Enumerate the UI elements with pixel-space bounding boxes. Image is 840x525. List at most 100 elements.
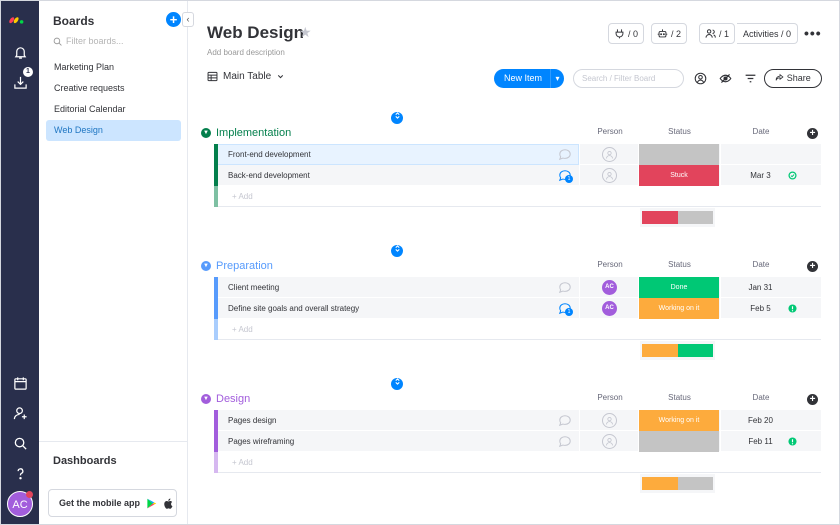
- activities-button[interactable]: Activities / 0: [737, 23, 799, 44]
- dashboards-link[interactable]: Dashboards: [53, 455, 117, 467]
- chevron-down-icon[interactable]: ▼: [201, 261, 211, 271]
- help-icon[interactable]: [10, 463, 30, 483]
- table-row[interactable]: Client meeting AC Done Jan 31: [214, 277, 821, 298]
- get-mobile-app-button[interactable]: Get the mobile app: [48, 489, 177, 517]
- new-item-dropdown-icon[interactable]: ▾: [550, 69, 564, 88]
- column-header-date[interactable]: Date: [721, 260, 801, 269]
- filter-icon[interactable]: [743, 71, 758, 86]
- group-color-bar: [214, 165, 218, 186]
- sidebar-item-board[interactable]: Marketing Plan: [46, 57, 181, 78]
- sidebar-item-board[interactable]: Web Design: [46, 120, 181, 141]
- members-button[interactable]: / 1: [699, 23, 736, 44]
- sidebar-item-board[interactable]: Creative requests: [46, 78, 181, 99]
- share-button[interactable]: Share: [764, 69, 822, 88]
- group-color-bar: [214, 452, 218, 473]
- view-label: Main Table: [223, 71, 272, 82]
- table-row[interactable]: Front-end development: [214, 144, 821, 165]
- board-title[interactable]: Web Design: [207, 23, 304, 43]
- view-selector[interactable]: Main Table: [207, 71, 285, 82]
- add-item-row[interactable]: + Add: [214, 452, 821, 473]
- column-header-date[interactable]: Date: [721, 127, 801, 136]
- person-cell[interactable]: [579, 431, 639, 452]
- filter-boards-input[interactable]: [66, 36, 176, 46]
- group-name[interactable]: Design: [216, 393, 250, 405]
- search-filter-input[interactable]: [573, 69, 684, 88]
- add-column-button[interactable]: +: [807, 128, 818, 139]
- favorite-star-icon[interactable]: ★: [299, 24, 312, 41]
- column-header-person[interactable]: Person: [580, 260, 640, 269]
- add-item-row[interactable]: + Add: [214, 186, 821, 207]
- add-item-row[interactable]: + Add: [214, 319, 821, 340]
- group-name[interactable]: Implementation: [216, 127, 291, 139]
- more-options-icon[interactable]: •••: [804, 25, 822, 41]
- mobile-app-label: Get the mobile app: [59, 498, 141, 508]
- logo-icon[interactable]: [9, 12, 24, 27]
- person-cell[interactable]: [579, 144, 639, 165]
- group-collapse-toggle-icon[interactable]: [391, 112, 403, 124]
- status-label[interactable]: Stuck: [638, 165, 719, 186]
- conversation-icon[interactable]: [558, 435, 572, 448]
- integrations-button[interactable]: / 0: [608, 23, 645, 44]
- person-filter-icon[interactable]: [693, 71, 708, 86]
- add-column-button[interactable]: +: [807, 394, 818, 405]
- group-header[interactable]: ▼ Preparation: [201, 257, 273, 275]
- chevron-down-icon[interactable]: ▼: [201, 128, 211, 138]
- conversation-count-badge: 1: [565, 175, 573, 183]
- table-row[interactable]: Back-end development 1 Stuck Mar 3: [214, 165, 821, 186]
- date-cell[interactable]: [720, 144, 800, 165]
- board-description[interactable]: Add board description: [207, 48, 285, 57]
- automations-button[interactable]: / 2: [651, 23, 688, 44]
- group-color-bar: [214, 144, 218, 165]
- group-header[interactable]: ▼ Implementation: [201, 124, 291, 142]
- group-header[interactable]: ▼ Design: [201, 390, 250, 408]
- status-label[interactable]: Working on it: [638, 298, 719, 319]
- status-summary-bar[interactable]: [640, 208, 715, 227]
- column-header-person[interactable]: Person: [580, 127, 640, 136]
- column-header-status[interactable]: Status: [639, 260, 720, 269]
- search-icon[interactable]: [10, 433, 30, 453]
- person-cell[interactable]: [579, 165, 639, 186]
- hide-columns-icon[interactable]: [718, 71, 733, 86]
- add-item-label: + Add: [232, 325, 253, 334]
- new-item-button[interactable]: New Item ▾: [494, 69, 564, 88]
- status-summary-segment: [642, 477, 678, 490]
- person-cell[interactable]: [579, 410, 639, 431]
- group-name[interactable]: Preparation: [216, 260, 273, 272]
- avatar: AC: [602, 280, 617, 295]
- item-name: Front-end development: [228, 150, 311, 159]
- column-header-date[interactable]: Date: [721, 393, 801, 402]
- invite-user-icon[interactable]: [10, 403, 30, 423]
- table-row[interactable]: Pages design Working on it Feb 20: [214, 410, 821, 431]
- person-cell[interactable]: AC: [579, 277, 639, 298]
- calendar-icon[interactable]: [10, 373, 30, 393]
- bell-icon[interactable]: [10, 42, 30, 62]
- conversation-icon[interactable]: [558, 281, 572, 294]
- conversation-icon[interactable]: [558, 148, 572, 161]
- status-label[interactable]: [638, 144, 719, 165]
- group-color-bar: [214, 186, 218, 207]
- activities-label: Activities / 0: [743, 28, 792, 39]
- conversation-icon[interactable]: [558, 414, 572, 427]
- table-row[interactable]: Define site goals and overall strategy 1 A…: [214, 298, 821, 319]
- column-header-status[interactable]: Status: [639, 127, 720, 136]
- column-header-status[interactable]: Status: [639, 393, 720, 402]
- group-collapse-toggle-icon[interactable]: [391, 378, 403, 390]
- status-summary-bar[interactable]: [640, 341, 715, 360]
- person-cell[interactable]: AC: [579, 298, 639, 319]
- table-row[interactable]: Pages wireframing Feb 11: [214, 431, 821, 452]
- add-board-button[interactable]: +: [166, 12, 181, 27]
- status-label[interactable]: [638, 431, 719, 452]
- column-header-person[interactable]: Person: [580, 393, 640, 402]
- divider: [39, 441, 188, 442]
- date-cell[interactable]: Feb 20: [720, 410, 800, 431]
- sidebar-item-board[interactable]: Editorial Calendar: [46, 99, 181, 120]
- status-summary-bar[interactable]: [640, 474, 715, 493]
- chevron-down-icon[interactable]: ▼: [201, 394, 211, 404]
- item-name: Define site goals and overall strategy: [228, 304, 360, 313]
- add-column-button[interactable]: +: [807, 261, 818, 272]
- group-collapse-toggle-icon[interactable]: [391, 245, 403, 257]
- status-label[interactable]: Working on it: [638, 410, 719, 431]
- chevron-down-icon: [278, 75, 284, 79]
- status-label[interactable]: Done: [638, 277, 719, 298]
- date-cell[interactable]: Jan 31: [720, 277, 800, 298]
